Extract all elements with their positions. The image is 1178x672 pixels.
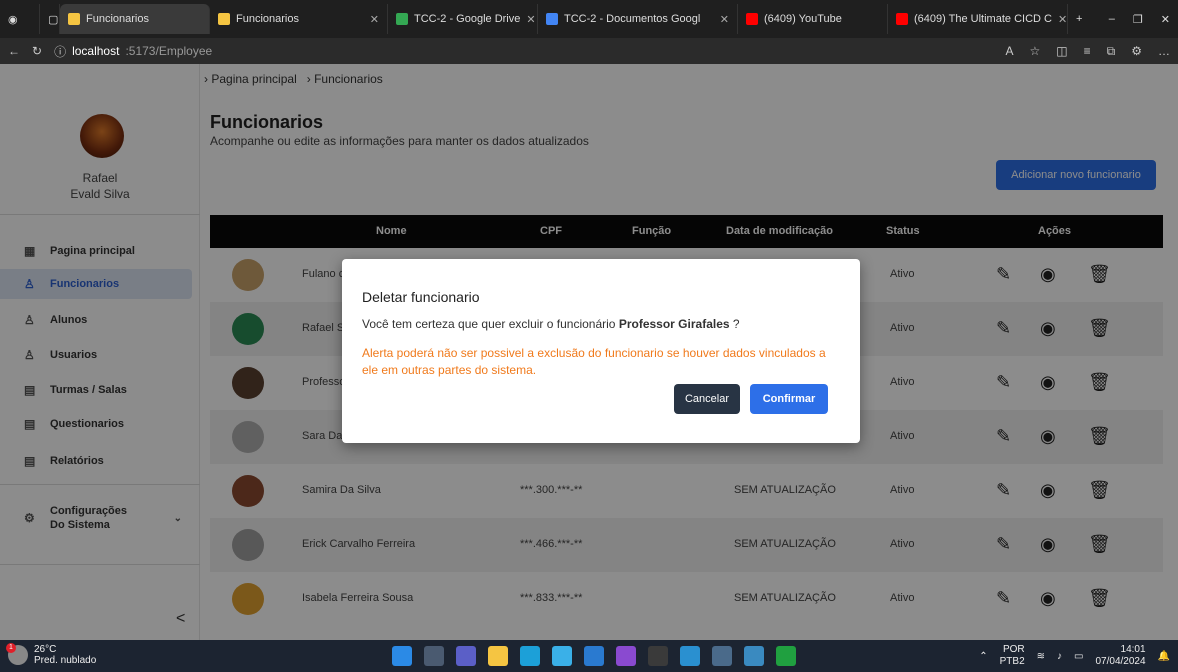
info-icon: ⓘ — [54, 44, 67, 59]
read-aloud-icon[interactable]: A — [1006, 44, 1014, 59]
favicon-icon — [896, 13, 908, 25]
restore-icon[interactable]: ❐ — [1133, 13, 1143, 26]
whatsapp-icon[interactable] — [776, 646, 796, 666]
split-screen-icon[interactable]: ◫ — [1056, 44, 1067, 59]
more-icon[interactable]: … — [1158, 44, 1170, 59]
browser-tab-5[interactable]: (6409) The Ultimate CICD C ✕ — [888, 4, 1068, 34]
notification-bell-icon[interactable]: 🔔 — [1158, 651, 1170, 662]
tab-label: TCC-2 - Documentos Googl — [564, 13, 701, 25]
favicon-icon — [68, 13, 80, 25]
address-bar: ← ↻ ⓘ localhost :5173/Employee A ☆ ◫ ≡ ⧉ … — [0, 38, 1178, 64]
weather-desc: Pred. nublado — [34, 655, 97, 666]
collections-icon[interactable]: ⧉ — [1107, 44, 1116, 59]
url-path: :5173/Employee — [125, 44, 213, 58]
close-tab-icon[interactable]: ✕ — [526, 13, 535, 26]
browser-tab-0[interactable]: Funcionarios — [60, 4, 210, 34]
teams-icon[interactable] — [456, 646, 476, 666]
volume-icon[interactable]: ♪ — [1057, 651, 1062, 662]
edge-icon[interactable] — [520, 646, 540, 666]
tab-label: TCC-2 - Google Drive — [414, 13, 521, 25]
app-icon[interactable] — [744, 646, 764, 666]
language-indicator[interactable]: POR PTB2 — [1000, 644, 1025, 668]
clock-date: 07/04/2024 — [1095, 656, 1146, 667]
browser-toolbar: A ☆ ◫ ≡ ⧉ ⚙ … — [1006, 44, 1170, 59]
chevron-up-icon[interactable]: ⌃ — [979, 651, 987, 662]
favicon-icon — [746, 13, 758, 25]
app-icon[interactable] — [712, 646, 732, 666]
task-view-icon[interactable] — [424, 646, 444, 666]
url-host: localhost — [72, 44, 120, 58]
start-icon[interactable] — [392, 646, 412, 666]
modal-question-prefix: Você tem certeza que quer excluir o func… — [362, 317, 616, 331]
browser-tab-bar: ◉ ▢ Funcionarios Funcionarios ✕ TCC-2 - … — [0, 0, 1178, 38]
wifi-icon[interactable]: ≋ — [1037, 651, 1045, 662]
cancel-button[interactable]: Cancelar — [674, 384, 740, 414]
tab-actions-icon[interactable]: ▢ — [40, 4, 60, 34]
modal-employee-name: Professor Girafales — [618, 317, 730, 331]
back-icon[interactable]: ← — [8, 44, 20, 58]
confirm-button[interactable]: Confirmar — [750, 384, 828, 414]
tab-label: (6409) YouTube — [764, 13, 842, 25]
system-tray: ⌃ POR PTB2 ≋ ♪ ▭ 14:01 07/04/2024 🔔 — [979, 644, 1170, 668]
extensions-icon[interactable]: ⚙ — [1131, 44, 1142, 59]
favicon-icon — [218, 13, 230, 25]
browser-tab-1[interactable]: Funcionarios ✕ — [210, 4, 388, 34]
delete-employee-modal: Deletar funcionario Você tem certeza que… — [342, 259, 860, 443]
url-field[interactable]: ⓘ localhost :5173/Employee — [54, 43, 212, 60]
minimize-icon[interactable]: – — [1109, 13, 1115, 25]
weather-temp: 26°C — [34, 644, 57, 655]
favorite-star-icon[interactable]: ☆ — [1030, 44, 1041, 59]
close-window-icon[interactable]: ✕ — [1161, 13, 1170, 26]
weather-icon: 1 — [6, 643, 28, 665]
favorites-icon[interactable]: ≡ — [1084, 44, 1091, 59]
browser-tab-3[interactable]: TCC-2 - Documentos Googl ✕ — [538, 4, 738, 34]
tab-label: (6409) The Ultimate CICD C — [914, 13, 1052, 25]
battery-icon[interactable]: ▭ — [1074, 651, 1083, 662]
notification-badge: 1 — [6, 643, 16, 653]
clock-time: 14:01 — [1120, 644, 1146, 655]
favicon-icon — [546, 13, 558, 25]
browser-profile-icon[interactable]: ◉ — [0, 4, 40, 34]
modal-question-suffix: ? — [732, 317, 740, 331]
keyboard-layout: PTB2 — [999, 656, 1025, 667]
tab-label: Funcionarios — [86, 13, 149, 25]
close-tab-icon[interactable]: ✕ — [720, 13, 729, 26]
close-tab-icon[interactable]: ✕ — [370, 13, 379, 26]
weather-widget[interactable]: 1 26°C Pred. nublado — [6, 643, 97, 666]
browser-tab-2[interactable]: TCC-2 - Google Drive ✕ — [388, 4, 538, 34]
vscode-icon[interactable] — [584, 646, 604, 666]
modal-title: Deletar funcionario — [362, 289, 480, 305]
clock[interactable]: 14:01 07/04/2024 — [1095, 644, 1145, 668]
visual-studio-icon[interactable] — [616, 646, 636, 666]
new-tab-icon[interactable]: + — [1068, 4, 1098, 34]
app-icon[interactable] — [680, 646, 700, 666]
favicon-icon — [396, 13, 408, 25]
tab-label: Funcionarios — [236, 13, 299, 25]
terminal-icon[interactable] — [648, 646, 668, 666]
modal-question: Você tem certeza que quer excluir o func… — [362, 317, 740, 331]
windows-taskbar: 1 26°C Pred. nublado ⌃ POR PTB2 ≋ ♪ ▭ 14… — [0, 640, 1178, 672]
close-tab-icon[interactable]: ✕ — [1058, 13, 1067, 26]
taskbar-apps — [392, 646, 796, 666]
modal-warning: Alerta poderá não ser possivel a exclusã… — [362, 346, 826, 377]
language-code: POR — [1002, 644, 1025, 655]
browser-icon[interactable] — [552, 646, 572, 666]
file-explorer-icon[interactable] — [488, 646, 508, 666]
window-controls: – ❐ ✕ — [1101, 4, 1178, 34]
browser-tab-4[interactable]: (6409) YouTube — [738, 4, 888, 34]
refresh-icon[interactable]: ↻ — [32, 44, 42, 58]
